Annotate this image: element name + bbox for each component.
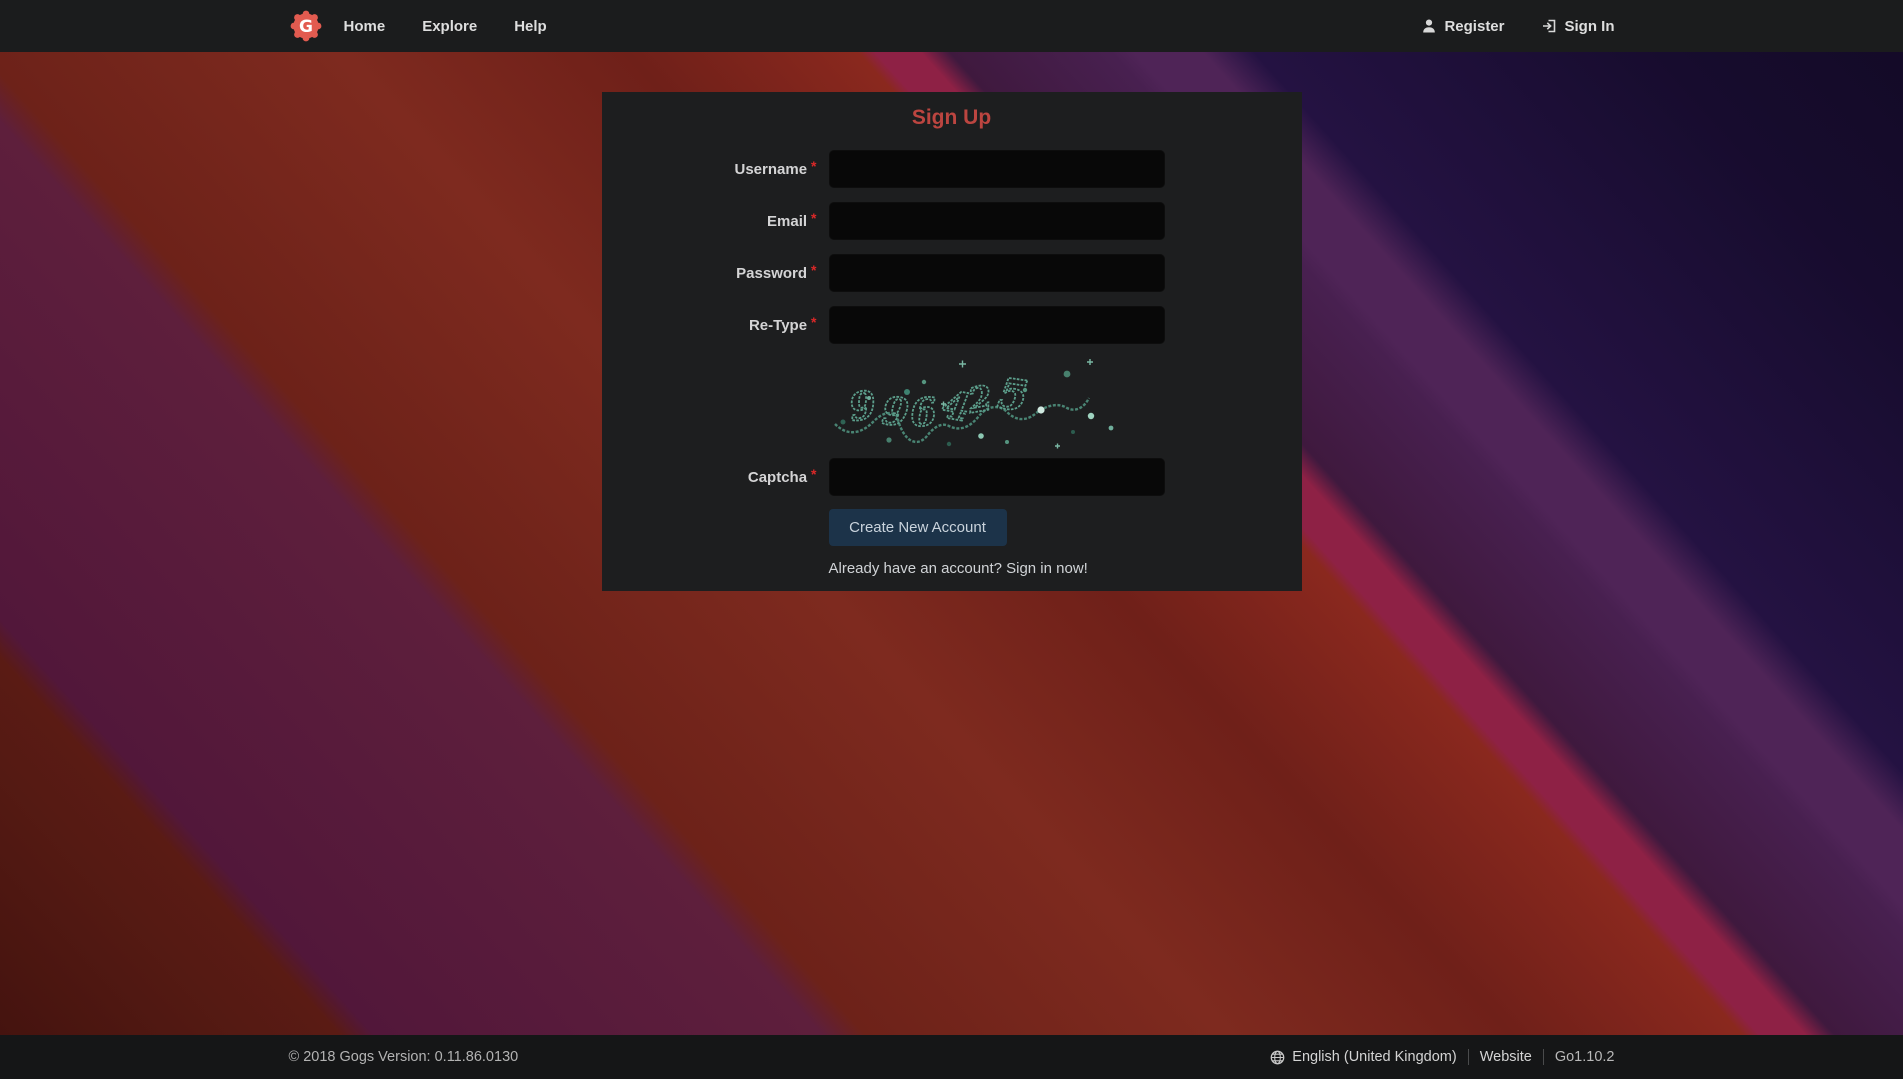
required-asterisk: * — [811, 314, 816, 330]
register-link[interactable]: Register — [1422, 18, 1504, 35]
password-row: Password* — [602, 254, 1302, 292]
language-label: English (United Kingdom) — [1292, 1049, 1456, 1065]
username-label: Username — [735, 161, 808, 178]
email-label: Email — [767, 213, 807, 230]
required-asterisk: * — [811, 158, 816, 174]
email-input[interactable] — [829, 202, 1165, 240]
language-selector[interactable]: English (United Kingdom) — [1270, 1049, 1456, 1065]
footer: © 2018 Gogs Version: 0.11.86.0130 Englis… — [0, 1035, 1903, 1079]
email-row: Email* — [602, 202, 1302, 240]
signup-form: Username* Email* Password* Re-Type* — [602, 150, 1302, 578]
captcha-image[interactable]: 9 9 6 4 2 5 — [829, 352, 1125, 452]
svg-text:9: 9 — [846, 381, 878, 429]
captcha-input[interactable] — [829, 458, 1165, 496]
nav-item-help[interactable]: Help — [514, 18, 547, 35]
required-asterisk: * — [811, 262, 816, 278]
website-link[interactable]: Website — [1480, 1049, 1532, 1065]
retype-label: Re-Type — [749, 317, 807, 334]
footer-right: English (United Kingdom) Website Go1.10.… — [1270, 1049, 1614, 1065]
sign-in-label: Sign In — [1565, 18, 1615, 35]
navbar: G Home Explore Help Register Sign In — [0, 0, 1903, 52]
username-row: Username* — [602, 150, 1302, 188]
footer-divider — [1468, 1049, 1469, 1065]
register-label: Register — [1444, 18, 1504, 35]
svg-text:G: G — [299, 17, 313, 37]
required-asterisk: * — [811, 466, 816, 482]
main-content: Sign Up Username* Email* Password* Re-Ty… — [0, 52, 1903, 1035]
username-input[interactable] — [829, 150, 1165, 188]
retype-input[interactable] — [829, 306, 1165, 344]
sign-in-now-link[interactable]: Already have an account? Sign in now! — [829, 560, 1088, 578]
gogs-logo[interactable]: G — [289, 9, 323, 43]
nav-item-home[interactable]: Home — [344, 18, 386, 35]
nav-item-explore[interactable]: Explore — [422, 18, 477, 35]
captcha-label: Captcha — [748, 469, 807, 486]
page-title: Sign Up — [602, 105, 1302, 130]
copyright-text: © 2018 Gogs Version: 0.11.86.0130 — [289, 1049, 519, 1065]
svg-text:6: 6 — [908, 389, 938, 436]
signup-card: Sign Up Username* Email* Password* Re-Ty… — [602, 92, 1302, 591]
svg-text:2: 2 — [964, 378, 995, 422]
retype-row: Re-Type* — [602, 306, 1302, 344]
captcha-row: Captcha* — [602, 458, 1302, 496]
sign-in-link[interactable]: Sign In — [1542, 18, 1615, 35]
navbar-right: Register Sign In — [1422, 18, 1614, 35]
sign-in-door-icon — [1542, 18, 1557, 34]
password-input[interactable] — [829, 254, 1165, 292]
go-version-label: Go1.10.2 — [1555, 1049, 1615, 1065]
password-label: Password — [736, 265, 807, 282]
create-account-button[interactable]: Create New Account — [829, 509, 1007, 546]
required-asterisk: * — [811, 210, 816, 226]
gogs-gear-icon: G — [289, 9, 323, 43]
footer-divider — [1543, 1049, 1544, 1065]
svg-text:5: 5 — [995, 369, 1031, 422]
person-icon — [1422, 18, 1436, 34]
globe-icon — [1270, 1050, 1285, 1065]
